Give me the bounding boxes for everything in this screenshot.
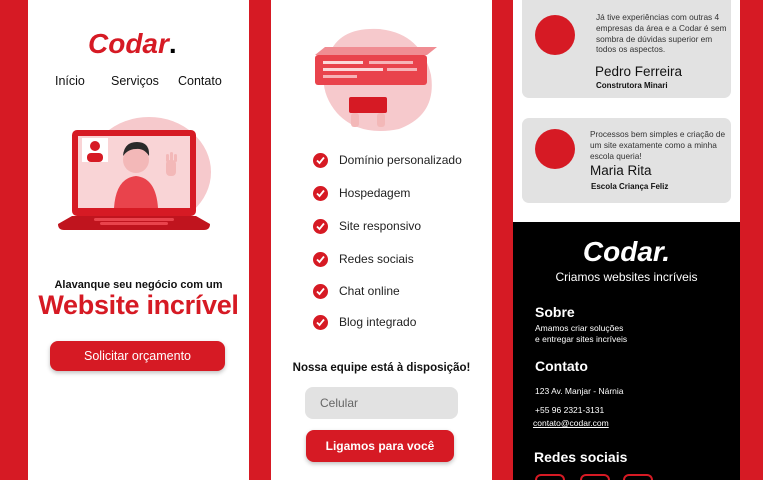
testimonial-name: Pedro Ferreira — [595, 64, 683, 79]
footer-logo: Codar. — [582, 236, 671, 267]
testimonial-card: Processos bem simples e criação de um si… — [522, 118, 731, 203]
testimonial-quote: Processos bem simples e criação de um si… — [590, 129, 726, 161]
nav-contato[interactable]: Contato — [178, 74, 222, 88]
phone-text: +55 96 2321-3131 — [535, 405, 605, 415]
check-icon — [313, 219, 328, 234]
screen-home: Codar. Início Serviços Contato Alavanque… — [28, 0, 249, 480]
phone-input[interactable] — [305, 387, 458, 419]
check-icon — [313, 186, 328, 201]
testimonial-company: Escola Criança Feliz — [591, 182, 669, 191]
check-icon — [313, 252, 328, 267]
request-quote-button[interactable]: Solicitar orçamento — [50, 341, 225, 371]
social-icon[interactable] — [535, 474, 565, 480]
address-text: 123 Av. Manjar - Nárnia — [535, 386, 624, 396]
social-icon[interactable] — [580, 474, 610, 480]
contact-heading: Contato — [535, 358, 588, 374]
feature-label: Chat online — [339, 284, 400, 298]
laptop-videocall-illustration — [58, 117, 211, 230]
screen-testimonials-footer: Já tive experiências com outras 4 empres… — [513, 0, 740, 480]
email-link[interactable]: contato@codar.com — [533, 418, 609, 429]
avatar — [535, 15, 575, 55]
developer-illustration — [315, 28, 437, 131]
call-me-button[interactable]: Ligamos para você — [306, 430, 454, 462]
nav-servicos[interactable]: Serviços — [111, 74, 159, 88]
brand-logo[interactable]: Codar. — [88, 28, 177, 60]
testimonial-company: Construtora Minari — [596, 81, 668, 90]
feature-label: Site responsivo — [339, 219, 422, 233]
feature-label: Redes sociais — [339, 252, 414, 266]
hero-title: Website incrível — [38, 290, 239, 320]
testimonial-name: Maria Rita — [590, 163, 652, 178]
feature-label: Hospedagem — [339, 186, 411, 200]
feature-label: Domínio personalizado — [339, 153, 462, 167]
about-line-2: e entregar sites incríveis — [535, 334, 628, 344]
nav-inicio[interactable]: Início — [55, 74, 85, 88]
feature-label: Blog integrado — [339, 315, 417, 329]
social-icon[interactable] — [623, 474, 653, 480]
social-heading: Redes sociais — [534, 449, 628, 465]
about-line-1: Amamos criar soluções — [535, 323, 624, 333]
footer: Codar. Criamos websites incríveis Sobre … — [513, 222, 740, 480]
screen-services: Domínio personalizado Hospedagem Site re… — [271, 0, 492, 480]
avatar — [535, 129, 575, 169]
footer-tagline: Criamos websites incríveis — [555, 270, 698, 284]
about-heading: Sobre — [535, 304, 575, 320]
check-icon — [313, 315, 328, 330]
check-icon — [313, 153, 328, 168]
team-heading: Nossa equipe está à disposição! — [292, 362, 471, 374]
check-icon — [313, 284, 328, 299]
testimonial-quote: Já tive experiências com outras 4 empres… — [596, 12, 727, 55]
testimonial-card: Já tive experiências com outras 4 empres… — [522, 0, 731, 98]
